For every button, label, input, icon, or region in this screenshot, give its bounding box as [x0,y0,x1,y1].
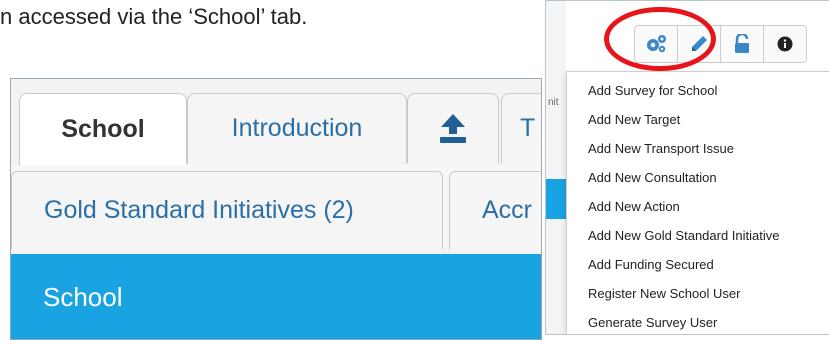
background-blue-strip [546,179,566,219]
info-button[interactable] [763,25,807,63]
tab-upload[interactable] [407,93,499,163]
actions-menu-screenshot: nit Add Survey for School Add New Target… [545,0,829,335]
menu-item-generate-survey-user[interactable]: Generate Survey User [567,308,829,334]
background-panel [546,1,566,334]
tab-introduction[interactable]: Introduction [187,93,408,163]
menu-item-add-consultation[interactable]: Add New Consultation [567,163,829,192]
subtab-gold-standard-label: Gold Standard Initiatives (2) [44,196,354,224]
tab-school[interactable]: School [19,93,187,165]
subtab-accr-label: Accr [482,196,532,224]
tab-introduction-label: Introduction [231,114,363,142]
menu-item-add-transport-issue[interactable]: Add New Transport Issue [567,134,829,163]
subtab-row: Gold Standard Initiatives (2) Accr [11,165,541,249]
menu-item-add-funding[interactable]: Add Funding Secured [567,250,829,279]
main-tab-row: School Introduction T [11,79,541,165]
menu-item-add-target[interactable]: Add New Target [567,105,829,134]
upload-icon [440,113,466,143]
highlight-circle [604,7,716,71]
tab-partial-label: T [520,114,536,142]
menu-item-register-user[interactable]: Register New School User [567,279,829,308]
school-tabs-screenshot: School Introduction T Gold Standard Init… [10,78,542,340]
tab-partial[interactable]: T [501,93,541,163]
section-title: School [43,281,123,312]
menu-item-add-survey[interactable]: Add Survey for School [567,76,829,105]
menu-item-add-gold-standard[interactable]: Add New Gold Standard Initiative [567,221,829,250]
actions-dropdown-menu: Add Survey for School Add New Target Add… [566,71,829,334]
background-text: nit [548,97,559,108]
document-text: n accessed via the ‘School’ tab. [0,4,308,29]
info-icon [777,36,793,52]
section-title-bar: School [11,254,541,339]
subtab-accr[interactable]: Accr [449,171,541,249]
menu-item-add-action[interactable]: Add New Action [567,192,829,221]
tab-school-label: School [61,115,145,143]
unlock-icon [735,34,749,53]
subtab-gold-standard[interactable]: Gold Standard Initiatives (2) [11,171,443,249]
unlock-button[interactable] [720,25,764,63]
